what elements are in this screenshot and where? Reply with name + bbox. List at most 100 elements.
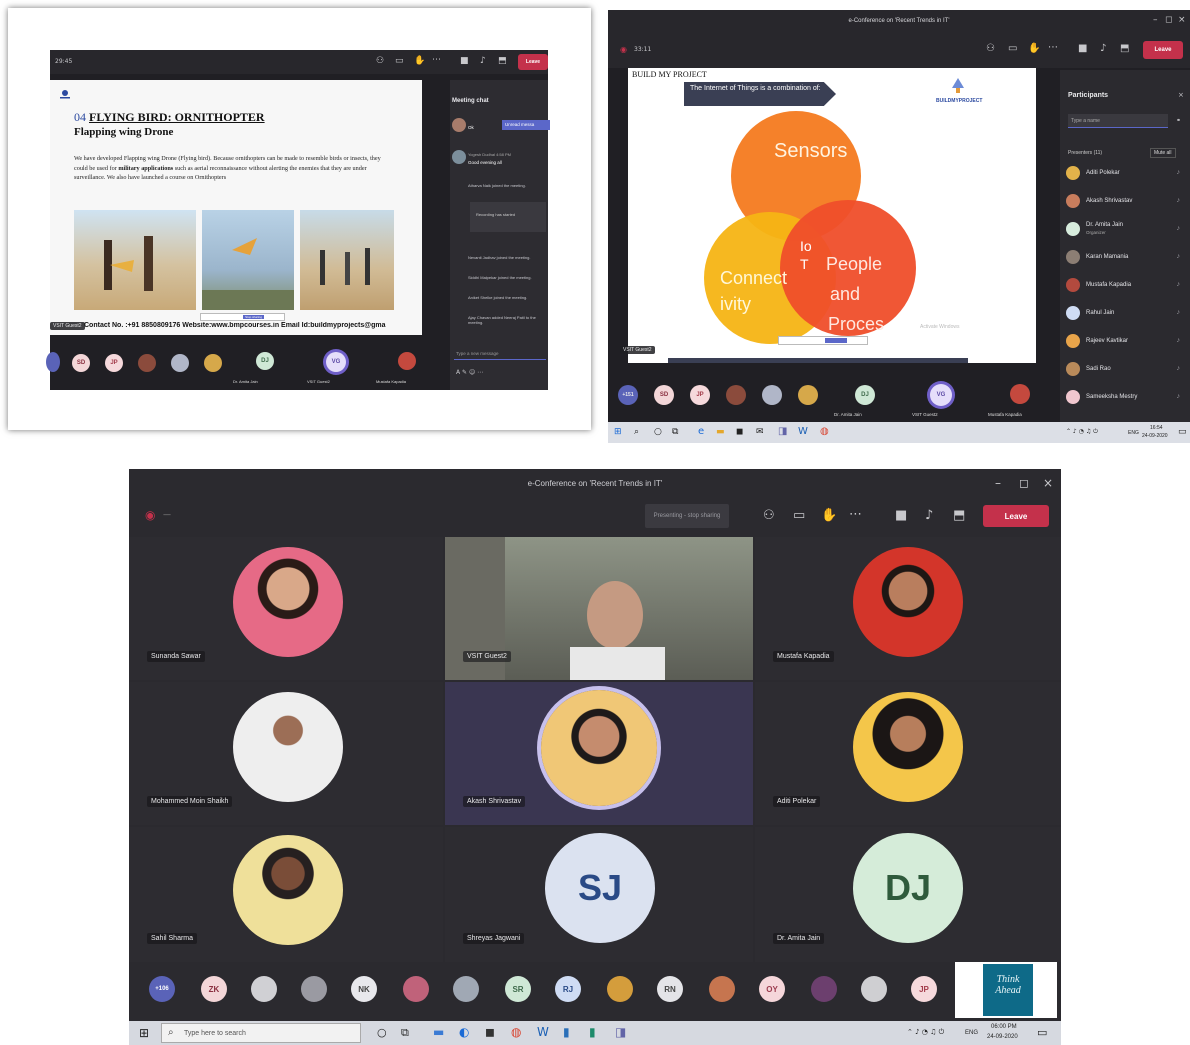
mute-all-button[interactable]: Mute all bbox=[1150, 148, 1176, 158]
store-icon[interactable]: ◼ bbox=[736, 428, 743, 437]
taskbar-date[interactable]: 24-09-2020 bbox=[1142, 433, 1168, 439]
participant-photo[interactable] bbox=[251, 976, 277, 1002]
video-tile[interactable]: Mohammed Moin Shaikh bbox=[129, 682, 443, 825]
chat-icon[interactable]: ▭ bbox=[1008, 44, 1017, 54]
taskbar-clock[interactable]: 16:54 bbox=[1150, 425, 1163, 431]
stop-presenting-button[interactable]: Presenting - stop sharing bbox=[645, 504, 729, 528]
teams-icon[interactable]: ◨ bbox=[615, 1026, 626, 1038]
camera-icon[interactable]: ■ bbox=[895, 509, 907, 522]
participant-row[interactable]: Mustafa Kapadia ♪ bbox=[1064, 276, 1186, 296]
system-tray-icons[interactable]: ⌃ ♪ ◔ ♫ ⏻ bbox=[907, 1029, 944, 1036]
participant-photo[interactable] bbox=[762, 385, 782, 405]
participant-photo[interactable] bbox=[607, 976, 633, 1002]
participant-avatar[interactable]: SR bbox=[505, 976, 531, 1002]
overflow-participants[interactable]: +151 bbox=[618, 385, 638, 405]
edge-icon[interactable]: e bbox=[698, 427, 704, 437]
camera-icon[interactable]: ■ bbox=[1078, 44, 1087, 54]
file-explorer-icon[interactable]: ▬ bbox=[716, 428, 725, 437]
notifications-icon[interactable]: ▭ bbox=[1178, 428, 1187, 437]
app-icon[interactable]: ▮ bbox=[589, 1026, 596, 1038]
video-tile-speaking[interactable]: Akash Shrivastav bbox=[445, 682, 753, 825]
promo-tile[interactable]: Think Ahead bbox=[955, 962, 1057, 1018]
participant-photo[interactable] bbox=[811, 976, 837, 1002]
maximize-icon[interactable]: ◻ bbox=[1019, 477, 1029, 489]
mic-icon[interactable]: ♪ bbox=[1100, 44, 1106, 54]
share-icon[interactable]: ⬒ bbox=[953, 509, 965, 522]
participant-row[interactable]: Sadi Rao ♪ bbox=[1064, 360, 1186, 380]
task-view-icon[interactable]: ⧉ bbox=[672, 428, 678, 437]
participant-avatar[interactable]: SD bbox=[72, 354, 90, 372]
taskbar-search-input[interactable]: ⌕ Type here to search bbox=[161, 1023, 361, 1043]
cortana-icon[interactable]: ○ bbox=[654, 428, 662, 437]
video-tile[interactable]: Aditi Polekar bbox=[755, 682, 1061, 825]
participant-photo[interactable] bbox=[204, 354, 222, 372]
participant-row[interactable]: Sameeksha Mestry ♪ bbox=[1064, 388, 1186, 408]
mic-icon[interactable]: ♪ bbox=[925, 509, 933, 522]
raise-hand-icon[interactable]: ✋ bbox=[414, 57, 425, 66]
unread-messages-button[interactable]: Unread messa bbox=[502, 120, 550, 130]
share-invite-icon[interactable]: ⚭ bbox=[1176, 118, 1181, 124]
stop-sharing-button[interactable]: Stop sharing bbox=[243, 315, 264, 319]
notifications-icon[interactable]: ▭ bbox=[1037, 1027, 1047, 1038]
camera-icon[interactable]: ■ bbox=[460, 57, 469, 66]
participant-row[interactable]: Akash Shrivastav ♪ bbox=[1064, 192, 1186, 212]
more-options-icon[interactable]: ⋯ bbox=[1048, 43, 1058, 53]
participant-avatar[interactable]: ZK bbox=[201, 976, 227, 1002]
participant-photo[interactable] bbox=[138, 354, 156, 372]
windows-start-icon[interactable]: ⊞ bbox=[614, 428, 622, 437]
participant-photo[interactable] bbox=[453, 976, 479, 1002]
participant-row[interactable]: Aditi Polekar ♪ bbox=[1064, 164, 1186, 184]
share-icon[interactable]: ⬒ bbox=[1120, 44, 1129, 54]
participant-avatar[interactable]: NK bbox=[351, 976, 377, 1002]
system-tray-icons[interactable]: ⌃ ♪ ◔ ♫ ⏻ bbox=[1066, 429, 1098, 435]
participant-avatar[interactable]: OY bbox=[759, 976, 785, 1002]
participants-icon[interactable]: ⚇ bbox=[376, 57, 384, 66]
taskbar-clock[interactable]: 06:00 PM bbox=[991, 1024, 1017, 1030]
video-tile[interactable]: DJ Dr. Amita Jain bbox=[755, 827, 1061, 962]
participant-avatar-speaking[interactable]: VG bbox=[930, 384, 952, 406]
mic-icon[interactable]: ♪ bbox=[480, 57, 486, 66]
windows-start-icon[interactable]: ⊞ bbox=[139, 1027, 149, 1039]
close-icon[interactable]: × bbox=[1178, 92, 1184, 99]
participant-photo[interactable] bbox=[403, 976, 429, 1002]
search-icon[interactable]: ⌕ bbox=[634, 428, 639, 437]
chat-compose-input[interactable]: Type a new message bbox=[454, 348, 546, 360]
minimize-icon[interactable]: – bbox=[1153, 16, 1158, 25]
video-tile[interactable]: SJ Shreyas Jagwani bbox=[445, 827, 753, 962]
participant-photo[interactable] bbox=[398, 352, 416, 370]
raise-hand-icon[interactable]: ✋ bbox=[1028, 44, 1040, 54]
chat-icon[interactable]: ▭ bbox=[793, 509, 805, 522]
close-icon[interactable]: × bbox=[1043, 477, 1053, 489]
format-icon[interactable]: A ✎ ☺ ⋯ bbox=[456, 370, 483, 376]
file-explorer-icon[interactable]: ▬ bbox=[433, 1026, 444, 1038]
participant-avatar[interactable]: RJ bbox=[555, 976, 581, 1002]
participant-photo[interactable] bbox=[1010, 384, 1030, 404]
participant-row[interactable]: Rajeev Kavtikar ♪ bbox=[1064, 332, 1186, 352]
taskbar-date[interactable]: 24-09-2020 bbox=[987, 1034, 1018, 1040]
video-tile[interactable]: Mustafa Kapadia bbox=[755, 537, 1061, 680]
maximize-icon[interactable]: ◻ bbox=[1165, 16, 1172, 25]
participant-row[interactable]: Rahul Jain ♪ bbox=[1064, 304, 1186, 324]
leave-button[interactable]: Leave bbox=[1143, 41, 1183, 59]
participant-photo[interactable] bbox=[726, 385, 746, 405]
participant-photo[interactable] bbox=[861, 976, 887, 1002]
video-tile-live[interactable]: VSIT Guest2 bbox=[445, 537, 753, 687]
share-icon[interactable]: ⬒ bbox=[498, 57, 507, 66]
video-tile[interactable]: Sahil Sharma bbox=[129, 827, 443, 962]
participant-avatar[interactable]: JP bbox=[690, 385, 710, 405]
participants-icon[interactable]: ⚇ bbox=[986, 44, 995, 54]
mail-icon[interactable]: ✉ bbox=[756, 428, 764, 437]
leave-button[interactable]: Leave bbox=[983, 505, 1049, 527]
edge-icon[interactable]: ◐ bbox=[459, 1026, 469, 1038]
task-view-icon[interactable]: ⧉ bbox=[401, 1027, 409, 1038]
leave-button[interactable]: Leave bbox=[518, 54, 548, 70]
chat-icon[interactable]: ▭ bbox=[395, 57, 404, 66]
participant-photo[interactable] bbox=[798, 385, 818, 405]
cortana-icon[interactable]: ○ bbox=[377, 1027, 387, 1038]
word-icon[interactable]: W bbox=[537, 1026, 549, 1038]
participant-row[interactable]: Dr. Amita Jain Organizer ♪ bbox=[1064, 220, 1186, 240]
participant-avatar[interactable]: RN bbox=[657, 976, 683, 1002]
participant-avatar[interactable]: DJ bbox=[855, 385, 875, 405]
teams-icon[interactable]: ◨ bbox=[778, 427, 787, 437]
participant-avatar[interactable]: JP bbox=[105, 354, 123, 372]
